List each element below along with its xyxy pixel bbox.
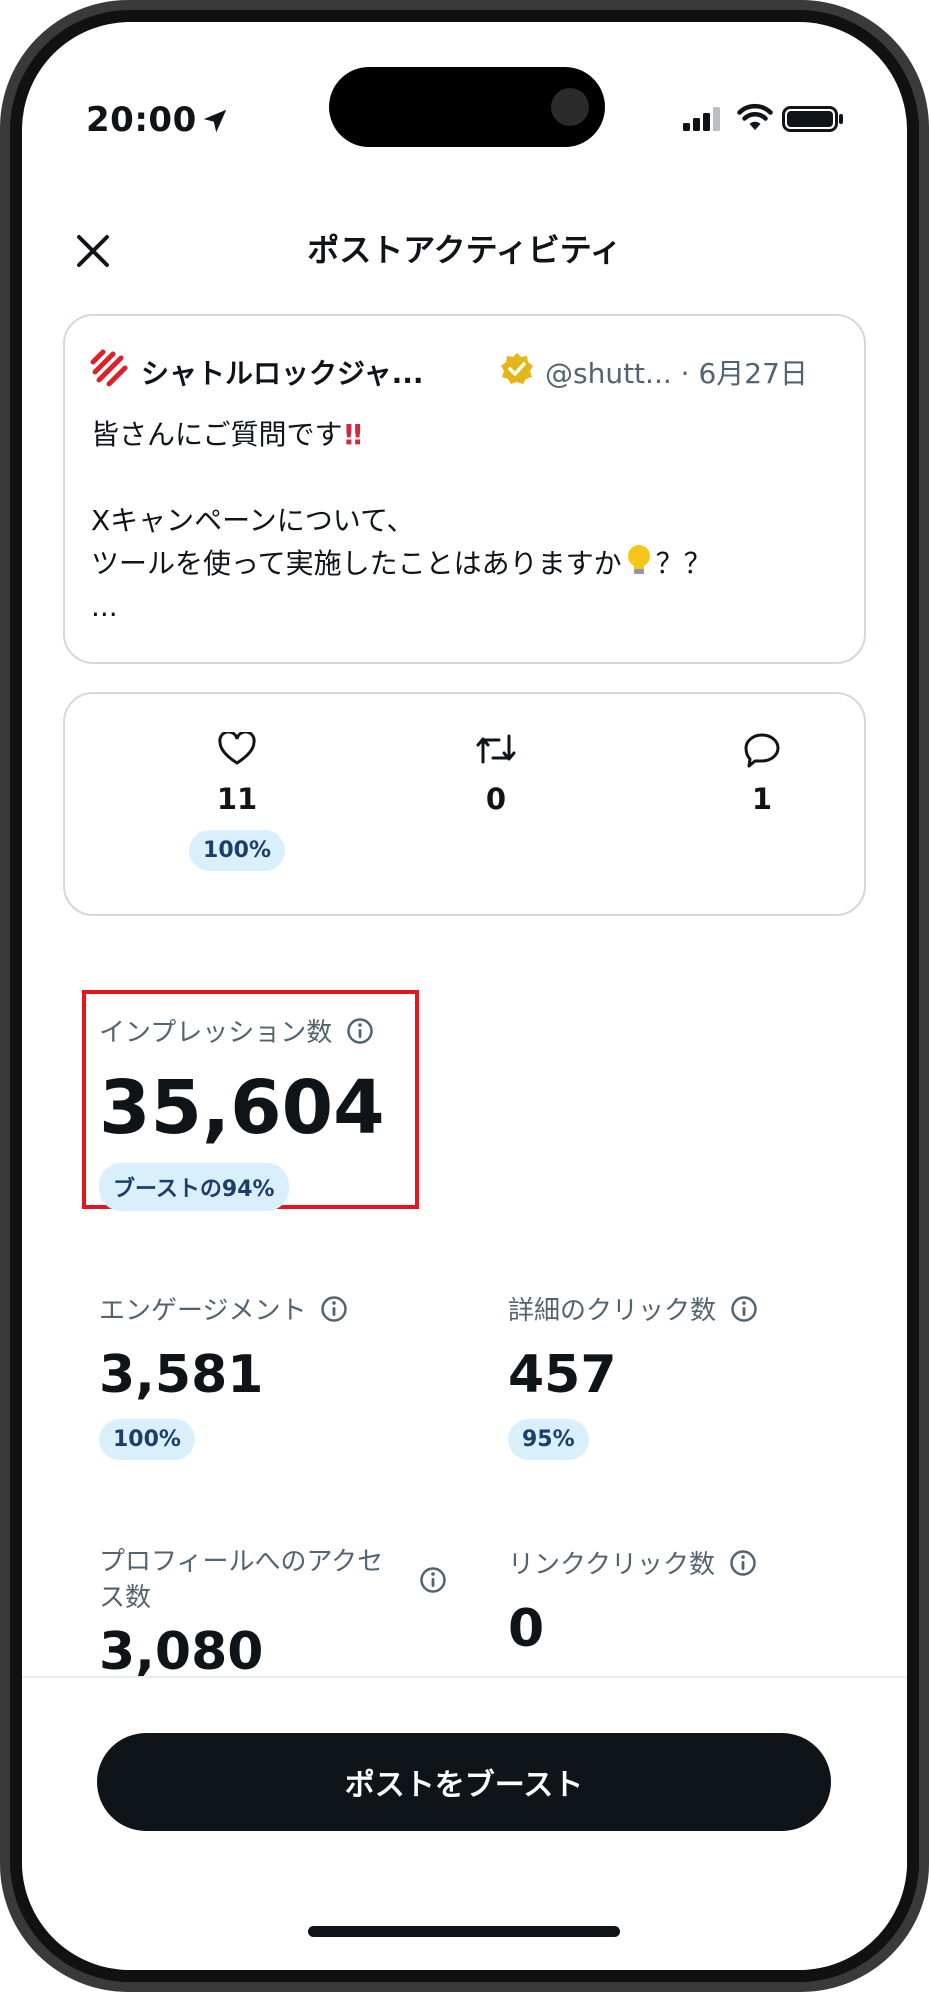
location-arrow-icon (203, 109, 227, 133)
reply-icon (744, 733, 780, 768)
post-line-2: Xキャンペーンについて、 (91, 504, 415, 537)
likes-badge: 100% (189, 830, 285, 871)
status-time: 20:00 (86, 100, 197, 140)
brand-logo (90, 349, 128, 387)
impressions-label: インプレッション数 (99, 1018, 333, 1048)
info-icon[interactable] (730, 1295, 758, 1323)
link-clicks-metric: リンククリック数 0 (508, 1544, 757, 1655)
battery-icon (782, 106, 843, 132)
screen: 20:00 ポストアクティビティ シャトルロックジャ... @shutt... … (22, 22, 907, 1970)
impressions-metric: インプレッション数 35,604 ブーストの94% (99, 1012, 385, 1211)
detail-clicks-label: 詳細のクリック数 (508, 1296, 717, 1326)
wifi-icon (737, 103, 773, 130)
verified-badge-icon (501, 353, 533, 384)
info-icon[interactable] (346, 1017, 374, 1045)
heart-icon (218, 732, 256, 765)
double-exclamation-emoji: !! (342, 418, 363, 451)
engagements-value: 3,581 (99, 1345, 264, 1405)
link-clicks-label: リンククリック数 (508, 1550, 715, 1580)
divider (22, 1676, 907, 1678)
engagements-badge: 100% (99, 1419, 195, 1460)
impressions-value: 35,604 (99, 1065, 385, 1151)
engagement-card: 11 100% 0 1 (63, 692, 866, 916)
likes-count: 11 (216, 782, 258, 816)
detail-clicks-metric: 詳細のクリック数 457 95% (508, 1290, 758, 1460)
post-card[interactable]: シャトルロックジャ... @shutt... · 6月27日 皆さんにご質問です… (63, 314, 866, 664)
post-line-1: 皆さんにご質問です (91, 418, 343, 451)
page-title: ポストアクティビティ (307, 231, 622, 269)
author-handle-date: @shutt... · 6月27日 (545, 357, 808, 390)
replies-stat: 1 (702, 732, 822, 816)
replies-count: 1 (751, 782, 773, 816)
profile-visits-value: 3,080 (99, 1622, 264, 1682)
detail-clicks-badge: 95% (508, 1419, 589, 1460)
author-name[interactable]: シャトルロックジャ... (141, 352, 424, 392)
lightbulb-icon (627, 545, 650, 574)
post-text: 皆さんにご質問です!! Xキャンペーンについて、 ツールを使って実施したことはあ… (91, 413, 844, 628)
engagements-metric: エンゲージメント 3,581 100% (99, 1290, 348, 1460)
info-icon[interactable] (419, 1566, 447, 1594)
home-indicator[interactable] (308, 1926, 620, 1937)
boost-post-button[interactable]: ポストをブースト (97, 1733, 831, 1831)
info-icon[interactable] (320, 1295, 348, 1323)
engagements-label: エンゲージメント (99, 1296, 307, 1326)
likes-stat: 11 100% (177, 732, 297, 871)
post-line-3b: ？？ (655, 547, 712, 580)
impressions-badge: ブーストの94% (99, 1163, 289, 1211)
reposts-stat: 0 (436, 732, 556, 816)
post-line-3a: ツールを使って実施したことはありますか (91, 547, 622, 580)
link-clicks-value: 0 (508, 1599, 545, 1659)
camera-lens (551, 88, 589, 126)
post-header: シャトルロックジャ... @shutt... · 6月27日 (89, 346, 844, 390)
repost-icon (476, 734, 516, 764)
reposts-count: 0 (485, 782, 507, 816)
dynamic-island (329, 67, 605, 147)
profile-visits-label: プロフィールへのアクセス数 (99, 1547, 384, 1613)
info-icon[interactable] (729, 1549, 757, 1577)
detail-clicks-value: 457 (508, 1345, 617, 1405)
post-ellipsis: ... (91, 590, 118, 623)
profile-visits-metric: プロフィールへのアクセス数 3,080 (99, 1544, 447, 1678)
signal-icon (683, 107, 720, 131)
